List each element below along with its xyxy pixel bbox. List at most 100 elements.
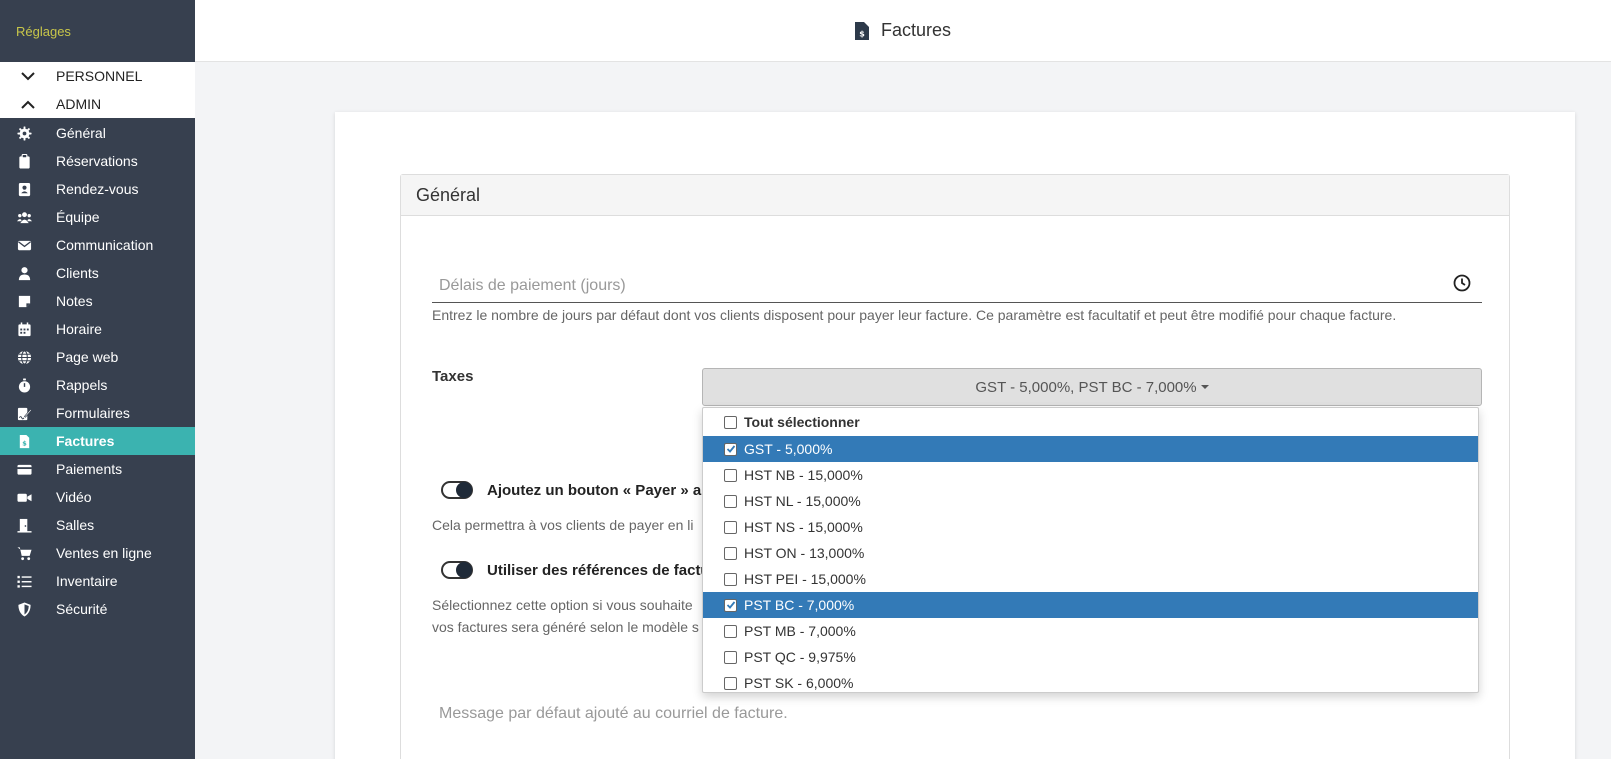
tax-option-hst-nl[interactable]: HST NL - 15,000% — [703, 488, 1478, 514]
video-icon — [12, 490, 36, 505]
sidebar-item-formulaires[interactable]: Formulaires — [0, 399, 195, 427]
sidebar-item-label: Factures — [56, 433, 115, 449]
contact-card-icon — [12, 182, 36, 197]
sidebar-item-label: Équipe — [56, 209, 100, 225]
sidebar-item-securite[interactable]: Sécurité — [0, 595, 195, 623]
section-admin[interactable]: ADMIN — [0, 90, 195, 118]
sidebar: Réglages PERSONNEL ADMIN Général Réserva… — [0, 0, 195, 759]
tax-option-hst-on[interactable]: HST ON - 13,000% — [703, 540, 1478, 566]
sticky-note-icon — [12, 294, 36, 309]
sidebar-item-label: Paiements — [56, 461, 123, 477]
page-header: $ Factures — [195, 0, 1611, 62]
section-label: PERSONNEL — [56, 68, 143, 84]
check-icon — [726, 445, 735, 453]
user-icon — [12, 266, 36, 281]
checkbox[interactable] — [724, 494, 737, 508]
signature-icon — [12, 406, 36, 421]
checkbox[interactable] — [724, 650, 737, 664]
check-icon — [726, 601, 735, 609]
checkbox[interactable] — [724, 572, 737, 586]
sidebar-item-label: Page web — [56, 349, 119, 365]
taxes-label: Taxes — [432, 368, 474, 385]
tax-option-pst-sk[interactable]: PST SK - 6,000% — [703, 670, 1478, 696]
sidebar-item-notes[interactable]: Notes — [0, 287, 195, 315]
sidebar-item-inventaire[interactable]: Inventaire — [0, 567, 195, 595]
sidebar-item-factures[interactable]: $ Factures — [0, 427, 195, 455]
sidebar-item-general[interactable]: Général — [0, 119, 195, 147]
sidebar-item-label: Communication — [56, 237, 154, 253]
sidebar-item-label: Ventes en ligne — [56, 545, 152, 561]
section-personnel[interactable]: PERSONNEL — [0, 62, 195, 90]
sidebar-item-equipe[interactable]: Équipe — [0, 203, 195, 231]
payment-delay-field — [432, 271, 1482, 303]
panel-title: Général — [401, 175, 1509, 216]
clipboard-icon — [12, 153, 36, 169]
gear-icon — [12, 125, 36, 141]
select-all-option[interactable]: Tout sélectionner — [703, 408, 1478, 436]
pay-button-toggle[interactable] — [441, 481, 473, 499]
page-title: Factures — [880, 20, 952, 40]
svg-text:$: $ — [859, 29, 865, 38]
option-label: PST SK - 6,000% — [744, 675, 854, 691]
pay-button-help: Cela permettra à vos clients de payer en… — [432, 517, 694, 533]
checkbox[interactable] — [724, 624, 737, 638]
sidebar-item-rappels[interactable]: Rappels — [0, 371, 195, 399]
payment-delay-help: Entrez le nombre de jours par défaut don… — [432, 307, 1397, 323]
invoice-ref-toggle-row: Utiliser des références de factu — [441, 561, 710, 579]
section-label: ADMIN — [56, 96, 102, 112]
taxes-select[interactable]: GST - 5,000%, PST BC - 7,000% — [702, 368, 1482, 406]
calendar-icon — [12, 321, 36, 337]
envelope-icon — [12, 238, 36, 253]
sidebar-item-paiements[interactable]: Paiements — [0, 455, 195, 483]
invoice-ref-toggle-label: Utiliser des références de factu — [487, 561, 710, 579]
sidebar-item-label: Vidéo — [56, 489, 92, 505]
checkbox-checked[interactable] — [724, 442, 737, 456]
sidebar-item-salles[interactable]: Salles — [0, 511, 195, 539]
tax-option-pst-bc[interactable]: PST BC - 7,000% — [703, 592, 1478, 618]
taxes-selected-value: GST - 5,000%, PST BC - 7,000% — [975, 378, 1197, 396]
sidebar-item-rendez-vous[interactable]: Rendez-vous — [0, 175, 195, 203]
invoice-icon: $ — [12, 434, 36, 449]
sidebar-item-ventes-en-ligne[interactable]: Ventes en ligne — [0, 539, 195, 567]
chevron-up-icon — [0, 100, 56, 109]
sidebar-item-clients[interactable]: Clients — [0, 259, 195, 287]
sidebar-item-label: Sécurité — [56, 601, 108, 617]
pay-button-toggle-label: Ajoutez un bouton « Payer » aux — [487, 481, 719, 499]
sidebar-item-label: Réservations — [56, 153, 138, 169]
sidebar-item-label: Général — [56, 125, 106, 141]
tax-option-hst-ns[interactable]: HST NS - 15,000% — [703, 514, 1478, 540]
tax-option-hst-pei[interactable]: HST PEI - 15,000% — [703, 566, 1478, 592]
checkbox[interactable] — [724, 676, 737, 690]
checkbox[interactable] — [724, 468, 737, 482]
checkbox[interactable] — [724, 546, 737, 560]
tax-option-gst[interactable]: GST - 5,000% — [703, 436, 1478, 462]
tax-option-pst-qc[interactable]: PST QC - 9,975% — [703, 644, 1478, 670]
option-label: HST PEI - 15,000% — [744, 571, 866, 587]
clock-icon[interactable] — [1452, 273, 1472, 293]
users-icon — [12, 210, 36, 225]
tax-option-pst-mb[interactable]: PST MB - 7,000% — [703, 618, 1478, 644]
option-label: HST NS - 15,000% — [744, 519, 863, 535]
checkbox[interactable] — [724, 520, 737, 534]
checkbox-checked[interactable] — [724, 598, 737, 612]
sidebar-item-label: Clients — [56, 265, 99, 281]
sidebar-item-video[interactable]: Vidéo — [0, 483, 195, 511]
email-message-input[interactable]: Message par défaut ajouté au courriel de… — [439, 705, 788, 723]
sidebar-item-communication[interactable]: Communication — [0, 231, 195, 259]
checkbox[interactable] — [724, 415, 737, 429]
tax-option-hst-nb[interactable]: HST NB - 15,000% — [703, 462, 1478, 488]
admin-nav: Général Réservations Rendez-vous Équipe … — [0, 118, 195, 623]
invoice-icon: $ — [854, 21, 869, 40]
option-label: HST ON - 13,000% — [744, 545, 865, 561]
invoice-ref-toggle[interactable] — [441, 561, 473, 579]
sidebar-item-horaire[interactable]: Horaire — [0, 315, 195, 343]
option-label: PST QC - 9,975% — [744, 649, 856, 665]
option-label: PST MB - 7,000% — [744, 623, 856, 639]
sidebar-item-page-web[interactable]: Page web — [0, 343, 195, 371]
caret-down-icon — [1200, 385, 1209, 389]
sidebar-item-reservations[interactable]: Réservations — [0, 147, 195, 175]
globe-icon — [12, 349, 36, 365]
sidebar-item-label: Notes — [56, 293, 93, 309]
invoice-ref-help-line2: vos factures sera généré selon le modèle… — [432, 619, 699, 635]
payment-delay-input[interactable] — [432, 271, 1432, 301]
